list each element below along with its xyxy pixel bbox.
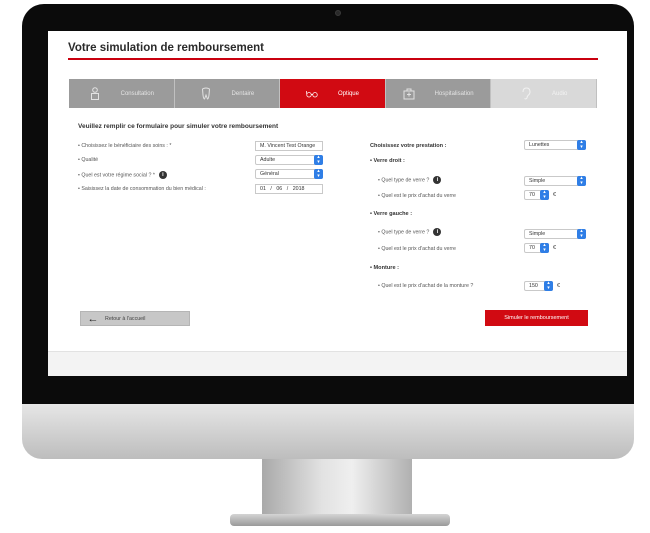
- date-label: • Saisissez la date de consommation du b…: [78, 186, 206, 192]
- ear-icon: [520, 87, 532, 101]
- tab-hospitalisation[interactable]: Hospitalisation: [385, 79, 492, 108]
- left-type-value: Simple: [529, 231, 546, 237]
- monitor-chin: [22, 404, 634, 459]
- frame-price-stepper[interactable]: 150 ▴ ▾: [524, 281, 553, 291]
- date-field[interactable]: 01 / 06 / 2018: [255, 184, 323, 194]
- left-price-stepper[interactable]: 70 ▴ ▾: [524, 243, 549, 253]
- regime-value: Général: [260, 171, 279, 177]
- date-separator: /: [286, 186, 289, 192]
- left-type-label-text: • Quel type de verre ?: [378, 229, 430, 236]
- left-lens-heading: • Verre gauche :: [370, 211, 413, 217]
- left-type-label: • Quel type de verre ? i: [378, 228, 442, 236]
- prestation-value: Lunettes: [529, 142, 550, 148]
- care-type-tabs: Consultation Dentaire Optique Hospitalis…: [69, 79, 597, 108]
- doctor-icon: [89, 87, 101, 101]
- info-icon[interactable]: i: [158, 171, 167, 179]
- back-home-label: Retour à l'accueil: [105, 315, 146, 322]
- chevron-updown-icon: ▴ ▾: [314, 155, 323, 165]
- tab-label: Consultation: [120, 90, 154, 97]
- right-type-label: • Quel type de verre ? i: [378, 176, 442, 184]
- regime-label-text: • Quel est votre régime social ? *: [78, 172, 155, 179]
- chevron-updown-icon: ▴ ▾: [544, 281, 553, 291]
- title-underline: [68, 58, 598, 60]
- prestation-select[interactable]: Lunettes ▴ ▾: [524, 140, 586, 150]
- monitor-foot: [230, 514, 450, 526]
- chevron-updown-icon: ▴ ▾: [577, 229, 586, 239]
- beneficiary-label: • Choisissez le bénéficiaire des soins :…: [78, 143, 172, 149]
- tab-consultation[interactable]: Consultation: [69, 79, 175, 108]
- arrow-left-icon: ←: [87, 312, 99, 325]
- tab-optique[interactable]: Optique: [280, 79, 386, 108]
- tab-audio: Audio: [491, 79, 597, 108]
- chevron-updown-icon: ▴ ▾: [577, 176, 586, 186]
- form-heading: Veuillez remplir ce formulaire pour simu…: [78, 123, 279, 130]
- glasses-icon: [305, 87, 318, 101]
- page-footer: [48, 351, 627, 376]
- date-separator: /: [270, 186, 272, 192]
- page-title: Votre simulation de remboursement: [68, 42, 264, 54]
- chevron-updown-icon: ▴ ▾: [540, 243, 549, 253]
- left-price-label: • Quel est le prix d'achat du verre: [378, 246, 456, 252]
- simulate-button[interactable]: Simuler le remboursement: [485, 310, 588, 326]
- regime-select[interactable]: Général ▴ ▾: [255, 169, 323, 179]
- right-price-stepper[interactable]: 70 ▴ ▾: [524, 190, 549, 200]
- tab-dentaire[interactable]: Dentaire: [174, 79, 281, 108]
- chevron-updown-icon: ▴ ▾: [314, 169, 323, 179]
- chevron-updown-icon: ▴ ▾: [577, 140, 586, 150]
- tab-label: Audio: [551, 90, 568, 97]
- right-price-value: 70: [529, 192, 535, 198]
- date-month[interactable]: 06: [276, 186, 282, 192]
- right-lens-heading: • Verre droit :: [370, 158, 405, 164]
- right-type-label-text: • Quel type de verre ?: [378, 177, 430, 184]
- left-type-select[interactable]: Simple ▴ ▾: [524, 229, 586, 239]
- tab-label: Optique: [337, 90, 359, 97]
- quality-value: Adulte: [260, 157, 276, 163]
- beneficiary-field[interactable]: M. Vincent Test Orange: [255, 141, 323, 151]
- right-price-label: • Quel est le prix d'achat du verre: [378, 193, 456, 199]
- back-home-button[interactable]: ← Retour à l'accueil: [80, 311, 190, 326]
- frame-heading: • Monture :: [370, 265, 399, 271]
- quality-select[interactable]: Adulte ▴ ▾: [255, 155, 323, 165]
- info-icon[interactable]: i: [433, 176, 442, 184]
- imac-mockup: Votre simulation de remboursement Consul…: [0, 0, 650, 533]
- right-type-value: Simple: [529, 178, 546, 184]
- hospital-icon: [403, 87, 415, 101]
- tooth-icon: [200, 87, 212, 101]
- currency-symbol: €: [557, 283, 561, 289]
- tab-label: Hospitalisation: [434, 90, 474, 97]
- app-screen: Votre simulation de remboursement Consul…: [48, 31, 627, 376]
- date-day[interactable]: 01: [260, 186, 266, 192]
- currency-symbol: €: [553, 192, 557, 198]
- tab-label: Dentaire: [231, 90, 255, 97]
- quality-label: • Qualité: [78, 157, 99, 163]
- info-icon[interactable]: i: [433, 228, 442, 236]
- camera-icon: [335, 10, 341, 16]
- monitor-stand: [262, 459, 412, 517]
- currency-symbol: €: [553, 245, 557, 251]
- frame-price-label: • Quel est le prix d'achat de la monture…: [378, 283, 474, 289]
- prestation-label: Choisissez votre prestation :: [370, 143, 447, 149]
- date-year[interactable]: 2018: [293, 186, 305, 192]
- right-type-select[interactable]: Simple ▴ ▾: [524, 176, 586, 186]
- frame-price-value: 150: [529, 283, 538, 289]
- left-price-value: 70: [529, 245, 535, 251]
- chevron-updown-icon: ▴ ▾: [540, 190, 549, 200]
- regime-label: • Quel est votre régime social ? * i: [78, 171, 167, 179]
